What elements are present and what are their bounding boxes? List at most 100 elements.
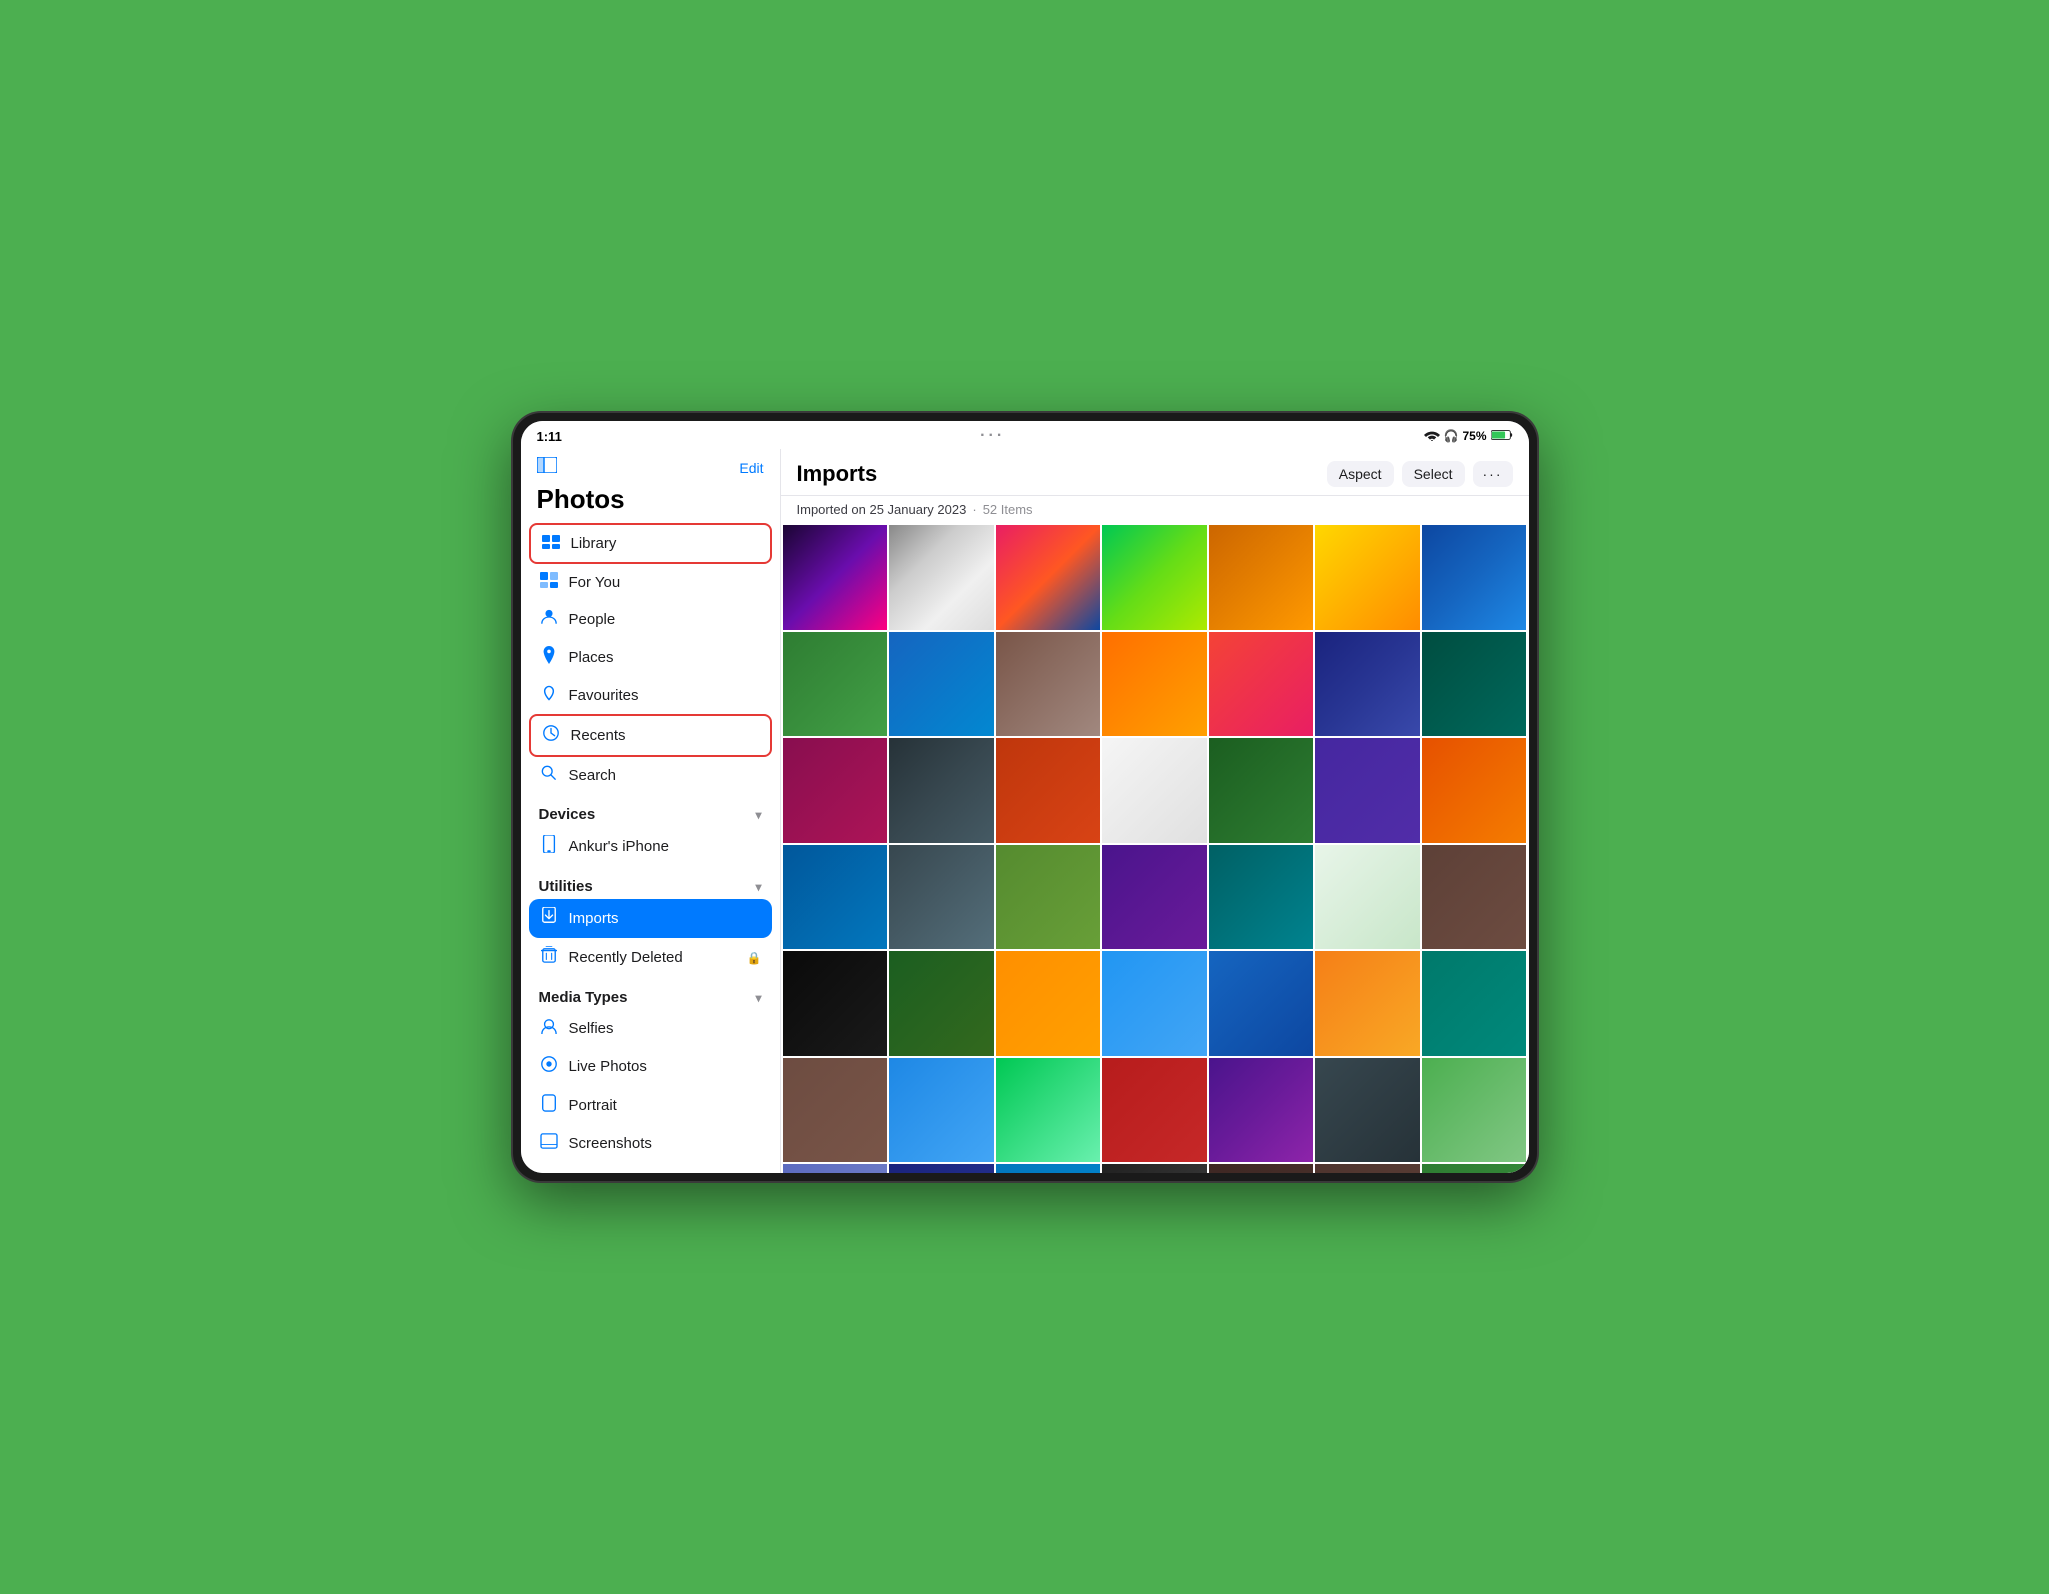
photo-cell[interactable] bbox=[1315, 951, 1420, 1056]
photo-cell[interactable] bbox=[996, 951, 1101, 1056]
photo-cell[interactable] bbox=[783, 632, 888, 737]
photo-cell[interactable] bbox=[889, 951, 994, 1056]
photo-cell[interactable] bbox=[783, 1164, 888, 1173]
photo-cell[interactable] bbox=[1102, 1164, 1207, 1173]
imports-icon bbox=[539, 907, 559, 930]
utilities-chevron[interactable]: ▾ bbox=[755, 880, 761, 894]
aspect-button[interactable]: Aspect bbox=[1327, 461, 1394, 487]
sidebar-item-screenshots[interactable]: Screenshots bbox=[529, 1125, 772, 1162]
photo-cell[interactable] bbox=[783, 951, 888, 1056]
sidebar-item-favourites[interactable]: Favourites bbox=[529, 677, 772, 714]
sidebar-header: Edit bbox=[521, 449, 780, 482]
photo-cell[interactable] bbox=[996, 1164, 1101, 1173]
photo-cell[interactable] bbox=[1315, 1058, 1420, 1163]
photo-cell[interactable] bbox=[1102, 525, 1207, 630]
item-count: 52 Items bbox=[983, 502, 1033, 517]
edit-button[interactable]: Edit bbox=[739, 460, 763, 476]
selfies-label: Selfies bbox=[569, 1020, 614, 1037]
sidebar-item-for-you[interactable]: For You bbox=[529, 564, 772, 601]
photo-cell[interactable] bbox=[996, 845, 1101, 950]
lock-icon: 🔒 bbox=[747, 951, 762, 965]
photo-cell[interactable] bbox=[1209, 632, 1314, 737]
sidebar-toggle-icon[interactable] bbox=[537, 457, 557, 478]
photo-grid-container[interactable] bbox=[781, 523, 1529, 1173]
screenshots-label: Screenshots bbox=[569, 1135, 652, 1152]
photo-cell[interactable] bbox=[1102, 845, 1207, 950]
sidebar-item-library[interactable]: Library bbox=[529, 523, 772, 564]
sidebar-item-portrait[interactable]: Portrait bbox=[529, 1086, 772, 1125]
photo-cell[interactable] bbox=[1422, 1058, 1527, 1163]
photo-cell[interactable] bbox=[783, 845, 888, 950]
recents-label: Recents bbox=[571, 727, 626, 744]
app-layout: Edit Photos Library bbox=[521, 449, 1529, 1173]
photo-cell[interactable] bbox=[889, 845, 994, 950]
places-label: Places bbox=[569, 649, 614, 666]
places-icon bbox=[539, 646, 559, 669]
devices-chevron[interactable]: ▾ bbox=[755, 808, 761, 822]
photo-cell[interactable] bbox=[1315, 738, 1420, 843]
photo-cell[interactable] bbox=[1209, 1058, 1314, 1163]
photo-cell[interactable] bbox=[783, 525, 888, 630]
photo-cell[interactable] bbox=[1209, 1164, 1314, 1173]
photo-cell[interactable] bbox=[1422, 951, 1527, 1056]
sidebar-item-selfies[interactable]: Selfies bbox=[529, 1010, 772, 1047]
photo-cell[interactable] bbox=[1102, 1058, 1207, 1163]
photo-cell[interactable] bbox=[1315, 845, 1420, 950]
photo-cell[interactable] bbox=[1209, 951, 1314, 1056]
foryou-icon bbox=[539, 572, 559, 593]
more-button[interactable]: ··· bbox=[1473, 461, 1513, 487]
photo-cell[interactable] bbox=[1422, 845, 1527, 950]
photo-cell[interactable] bbox=[783, 738, 888, 843]
status-time: 1:11 bbox=[537, 429, 562, 444]
sidebar-item-recently-deleted[interactable]: Recently Deleted 🔒 bbox=[529, 938, 772, 977]
battery-icon bbox=[1491, 429, 1513, 444]
photo-cell[interactable] bbox=[889, 738, 994, 843]
photo-cell[interactable] bbox=[1315, 525, 1420, 630]
headphone-icon: 🎧 bbox=[1444, 429, 1459, 443]
photo-cell[interactable] bbox=[1422, 632, 1527, 737]
ankur-iphone-label: Ankur's iPhone bbox=[569, 838, 669, 855]
photo-cell[interactable] bbox=[889, 1058, 994, 1163]
photo-cell[interactable] bbox=[889, 1164, 994, 1173]
sidebar-item-live-photos[interactable]: Live Photos bbox=[529, 1047, 772, 1086]
photo-cell[interactable] bbox=[1315, 1164, 1420, 1173]
content-area: Imports Aspect Select ··· Imported on 25… bbox=[781, 449, 1529, 1173]
photo-cell[interactable] bbox=[1315, 632, 1420, 737]
people-label: People bbox=[569, 611, 616, 628]
sidebar-item-search[interactable]: Search bbox=[529, 757, 772, 794]
photo-cell[interactable] bbox=[1102, 951, 1207, 1056]
photo-cell[interactable] bbox=[1209, 845, 1314, 950]
photo-cell[interactable] bbox=[889, 525, 994, 630]
sidebar-item-places[interactable]: Places bbox=[529, 638, 772, 677]
section-shared-albums: Shared Albums ▾ bbox=[529, 1162, 772, 1173]
sidebar-item-ankur-iphone[interactable]: Ankur's iPhone bbox=[529, 827, 772, 866]
photo-cell[interactable] bbox=[996, 738, 1101, 843]
section-devices: Devices ▾ bbox=[529, 794, 772, 827]
photo-cell[interactable] bbox=[1102, 632, 1207, 737]
screenshots-icon bbox=[539, 1133, 559, 1154]
sidebar-item-recents[interactable]: Recents bbox=[529, 714, 772, 757]
subtitle-bar: Imported on 25 January 2023 · 52 Items bbox=[781, 496, 1529, 523]
subtitle-text: Imported on 25 January 2023 bbox=[797, 502, 967, 517]
photo-cell[interactable] bbox=[1209, 525, 1314, 630]
imports-label: Imports bbox=[569, 910, 619, 927]
recently-deleted-label: Recently Deleted bbox=[569, 949, 683, 966]
photo-cell[interactable] bbox=[783, 1058, 888, 1163]
library-label: Library bbox=[571, 535, 617, 552]
portrait-icon bbox=[539, 1094, 559, 1117]
sidebar-item-people[interactable]: People bbox=[529, 601, 772, 638]
photo-cell[interactable] bbox=[1102, 738, 1207, 843]
photo-cell[interactable] bbox=[1422, 738, 1527, 843]
photo-cell[interactable] bbox=[996, 1058, 1101, 1163]
photo-cell[interactable] bbox=[996, 632, 1101, 737]
select-button[interactable]: Select bbox=[1402, 461, 1465, 487]
sidebar-item-imports[interactable]: Imports bbox=[529, 899, 772, 938]
photo-cell[interactable] bbox=[996, 525, 1101, 630]
photo-cell[interactable] bbox=[1422, 1164, 1527, 1173]
photo-cell[interactable] bbox=[1209, 738, 1314, 843]
media-types-chevron[interactable]: ▾ bbox=[755, 991, 761, 1005]
photo-cell[interactable] bbox=[1422, 525, 1527, 630]
photo-cell[interactable] bbox=[889, 632, 994, 737]
content-header: Imports Aspect Select ··· bbox=[781, 449, 1529, 496]
sidebar-nav: Library For You People bbox=[521, 523, 780, 1173]
